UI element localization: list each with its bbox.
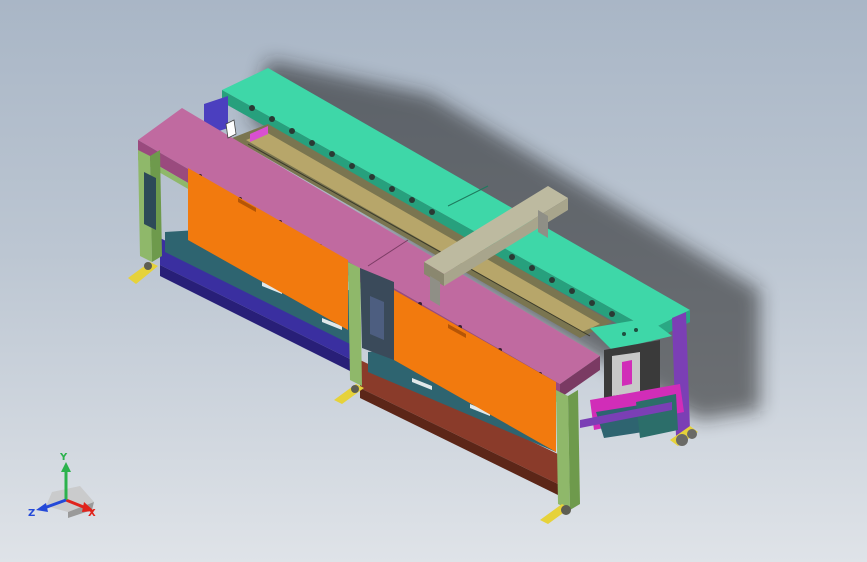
cad-viewport[interactable]: X Y Z (0, 0, 867, 562)
foot-front-right[interactable] (540, 504, 571, 524)
foot-front-left[interactable] (128, 262, 158, 284)
leg-front-left[interactable] (138, 150, 162, 262)
orientation-triad: X Y Z (28, 452, 96, 519)
z-axis-label: Z (28, 508, 35, 519)
y-axis-label: Y (59, 452, 68, 463)
x-axis-label: X (88, 508, 96, 519)
leg-front-right[interactable] (556, 390, 580, 510)
foot-front-middle[interactable] (334, 384, 364, 404)
